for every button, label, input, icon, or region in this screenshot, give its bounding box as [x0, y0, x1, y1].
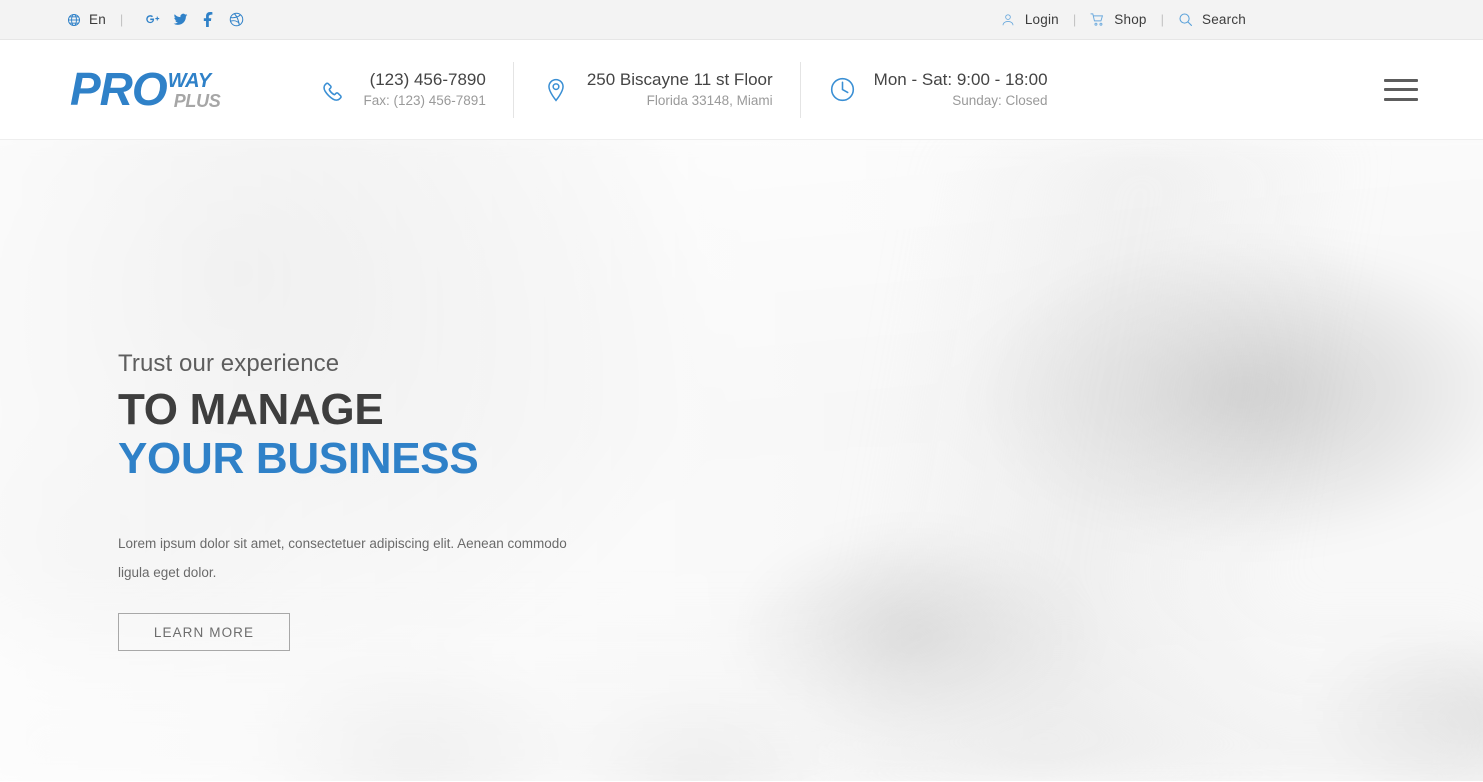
site-header: PRO WAY PLUS (123) 456-7890 Fax: (123) 4…: [0, 40, 1483, 140]
topbar-left-group: En |: [66, 0, 244, 39]
contact-hours[interactable]: Mon - Sat: 9:00 - 18:00 Sunday: Closed: [801, 69, 1075, 109]
hero-headline-line-1: TO MANAGE: [118, 384, 384, 434]
search-link[interactable]: Search: [1178, 12, 1246, 27]
clock-icon: [828, 75, 858, 105]
cart-icon: [1090, 12, 1105, 27]
phone-icon: [318, 75, 348, 105]
logo-way-text: WAY: [167, 69, 211, 92]
twitter-icon[interactable]: [173, 12, 188, 27]
search-icon: [1178, 12, 1193, 27]
hero-section: Trust our experience TO MANAGE YOUR BUSI…: [0, 140, 1483, 781]
top-utility-bar: En | Login | Shop | Search: [0, 0, 1483, 40]
learn-more-button[interactable]: LEARN MORE: [118, 613, 290, 652]
contact-hours-primary: Mon - Sat: 9:00 - 18:00: [873, 70, 1048, 90]
logo-secondary-stack: WAY PLUS: [167, 69, 221, 111]
menu-icon-bar-3: [1384, 97, 1418, 101]
facebook-icon[interactable]: [201, 12, 216, 27]
contact-hours-secondary: Sunday: Closed: [952, 92, 1048, 108]
contact-address-text: 250 Biscayne 11 st Floor Florida 33148, …: [587, 69, 773, 109]
dribbble-icon[interactable]: [229, 12, 244, 27]
language-label: En: [89, 12, 106, 27]
contact-address[interactable]: 250 Biscayne 11 st Floor Florida 33148, …: [514, 69, 800, 109]
contact-phone[interactable]: (123) 456-7890 Fax: (123) 456-7891: [291, 69, 513, 109]
contact-phone-secondary: Fax: (123) 456-7891: [363, 92, 486, 108]
menu-icon[interactable]: [1384, 77, 1420, 103]
language-selector[interactable]: En: [66, 12, 106, 27]
topbar-divider-2: |: [1072, 12, 1077, 27]
site-logo[interactable]: PRO WAY PLUS: [70, 62, 221, 115]
globe-icon: [66, 12, 81, 27]
menu-icon-bar-2: [1384, 88, 1418, 91]
contact-address-secondary: Florida 33148, Miami: [646, 92, 773, 108]
topbar-right-group: Login | Shop | Search: [1001, 0, 1246, 39]
menu-icon-bar-1: [1384, 78, 1418, 82]
hero-content: Trust our experience TO MANAGE YOUR BUSI…: [118, 350, 738, 652]
google-plus-icon[interactable]: [145, 12, 160, 27]
search-label: Search: [1202, 12, 1246, 27]
header-contacts: (123) 456-7890 Fax: (123) 456-7891 250 B…: [291, 61, 1075, 118]
topbar-divider-1: |: [119, 12, 124, 27]
contact-address-primary: 250 Biscayne 11 st Floor: [586, 70, 773, 90]
login-label: Login: [1024, 12, 1059, 27]
login-link[interactable]: Login: [1001, 12, 1059, 27]
user-icon: [1001, 12, 1016, 27]
social-links: [145, 12, 244, 27]
page-root: En | Login | Shop | Search PRO WAY PLUS …: [0, 0, 1483, 782]
hero-eyebrow: Trust our experience: [118, 350, 340, 377]
contact-phone-text: (123) 456-7890 Fax: (123) 456-7891: [364, 69, 486, 109]
logo-plus-text: PLUS: [173, 90, 221, 111]
map-pin-icon: [541, 75, 571, 105]
contact-phone-primary: (123) 456-7890: [369, 70, 486, 90]
hero-headline-line-2: YOUR BUSINESS: [118, 434, 479, 484]
contact-hours-text: Mon - Sat: 9:00 - 18:00 Sunday: Closed: [874, 69, 1048, 109]
shop-label: Shop: [1114, 12, 1147, 27]
logo-pro-text: PRO: [70, 62, 168, 115]
topbar-divider-3: |: [1160, 12, 1165, 27]
hero-description: Lorem ipsum dolor sit amet, consectetuer…: [118, 536, 567, 580]
shop-link[interactable]: Shop: [1090, 12, 1146, 27]
